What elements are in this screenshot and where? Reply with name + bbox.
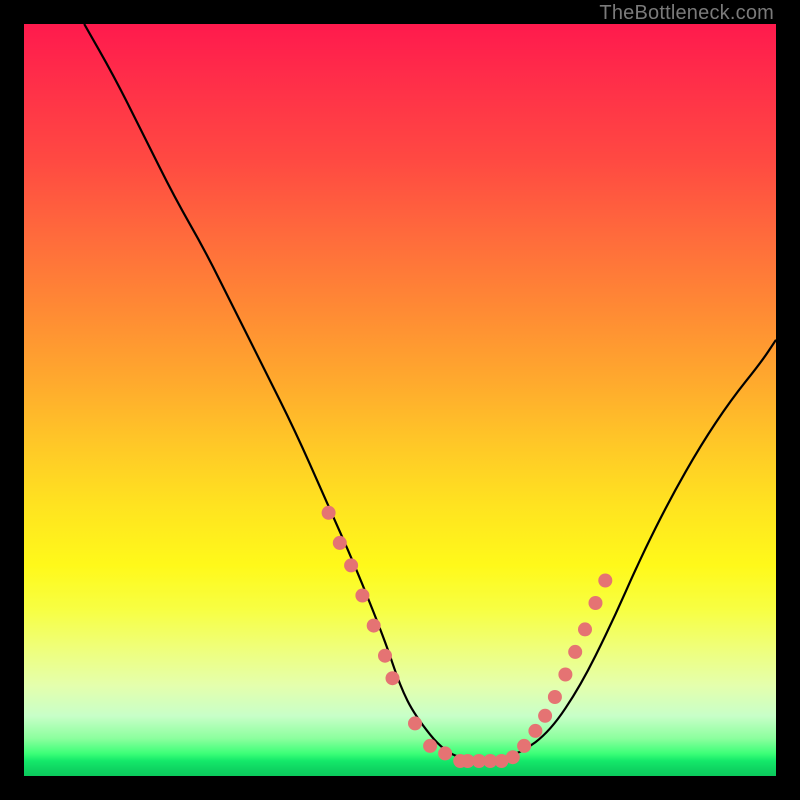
chart-frame <box>24 24 776 776</box>
chart-gradient-bg <box>24 24 776 776</box>
watermark-label: TheBottleneck.com <box>599 2 774 25</box>
